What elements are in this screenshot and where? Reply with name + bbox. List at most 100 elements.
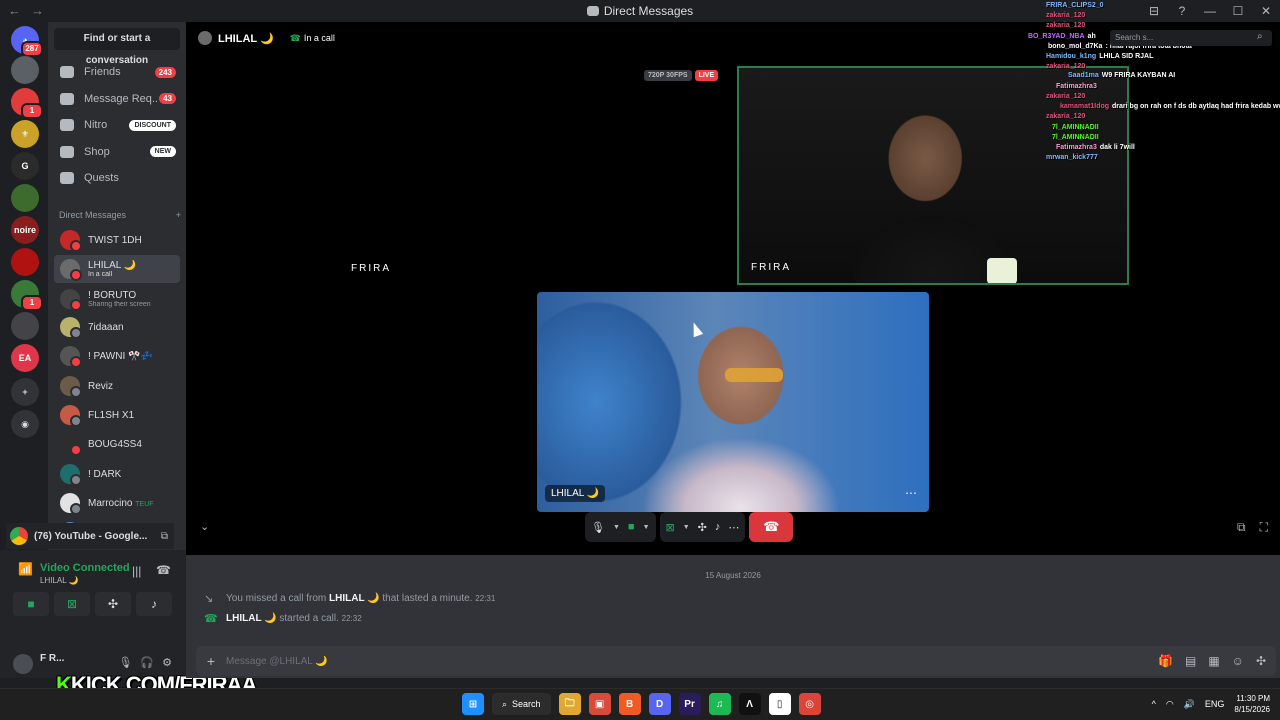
sidebar-nav-item[interactable]: Quests (54, 166, 180, 190)
dm-search-input[interactable]: Search s... (1110, 30, 1272, 46)
create-dm-icon[interactable]: + (176, 210, 181, 220)
disconnect-icon[interactable]: ☎ (156, 563, 171, 577)
wifi-icon[interactable]: ◠ (1166, 699, 1174, 710)
caller-name[interactable]: LHILAL 🌙 (226, 613, 277, 624)
dm-list-item[interactable]: Marrocino TEUF (54, 489, 180, 517)
end-call-button[interactable]: ☎ (749, 512, 794, 542)
chat-username: Fatimazhra3 (1056, 83, 1097, 90)
pop-out-icon[interactable]: ⧉ (1237, 520, 1246, 535)
dm-text: Marrocino TEUF (88, 498, 154, 509)
add-server-button[interactable]: + (11, 378, 39, 406)
activities-icon[interactable]: ✣ (698, 521, 707, 534)
user-avatar[interactable] (13, 654, 33, 674)
dm-list-item[interactable]: Reviz (54, 372, 180, 400)
discover-button[interactable]: ◉ (11, 410, 39, 438)
dm-avatar (60, 493, 82, 515)
chevron-down-icon[interactable]: ▼ (613, 524, 620, 531)
microphone-icon[interactable]: 🎙 (591, 521, 605, 534)
mention-badge: 1 (21, 295, 43, 311)
windows-start-icon[interactable]: ⊞ (462, 693, 484, 715)
server-icon[interactable] (11, 56, 39, 84)
chevron-down-icon[interactable]: ▼ (643, 524, 650, 531)
dm-list-item[interactable]: TWIST 1DH (54, 226, 180, 254)
noise-suppression-icon[interactable]: ||| (132, 564, 141, 578)
stream-quality: 720P 30FPS (644, 70, 692, 81)
gift-icon[interactable]: 🎁 (1158, 654, 1173, 668)
chevron-down-icon[interactable]: ▼ (683, 524, 690, 531)
dm-name: Marrocino TEUF (88, 497, 154, 509)
dm-list-item[interactable]: FL1SH X1 (54, 401, 180, 429)
notepad-icon[interactable]: ▯ (768, 693, 791, 715)
soundboard-button[interactable]: ♪ (136, 592, 172, 616)
more-icon[interactable]: ⋯ (728, 521, 739, 534)
sidebar-nav-item[interactable]: Nitro DISCOUNT (54, 113, 180, 137)
collapse-chevron-icon[interactable]: ⌄ (200, 520, 209, 533)
glasses-shape (725, 368, 783, 382)
caller-name[interactable]: LHILAL 🌙 (329, 593, 380, 604)
search-icon[interactable]: ⌕ (1257, 31, 1263, 42)
server-icon[interactable] (11, 248, 39, 276)
brave-icon[interactable]: B (618, 693, 641, 715)
started-call-message: ☎ LHILAL 🌙 started a call. 22:32 (204, 612, 362, 625)
clock[interactable]: 11:30 PM 8/15/2026 (1234, 693, 1270, 715)
screen-share-button[interactable]: ⊠ (54, 592, 90, 616)
server-icon[interactable]: G (11, 152, 39, 180)
discord-icon[interactable]: D (648, 693, 671, 715)
apps-icon[interactable]: ✣ (1256, 654, 1266, 668)
premiere-icon[interactable]: Pr (678, 693, 701, 715)
call-contact-name[interactable]: LHILAL 🌙 (218, 32, 274, 45)
gif-icon[interactable]: ▤ (1185, 654, 1196, 668)
dm-list-item[interactable]: ! BORUTO Sharing their screen (54, 285, 180, 313)
sidebar-nav-item[interactable]: Friends 243 (54, 60, 180, 84)
sidebar-nav-item[interactable]: Message Req... 43 (54, 87, 180, 111)
server-icon[interactable]: EA (11, 344, 39, 372)
message-input[interactable] (226, 655, 1159, 667)
sidebar-nav-item[interactable]: Shop NEW (54, 140, 180, 164)
file-explorer-icon[interactable]: 🗀 (558, 693, 581, 715)
find-conversation-button[interactable]: Find or start a conversation (54, 28, 180, 66)
sticker-icon[interactable]: ▦ (1208, 654, 1219, 668)
server-icon[interactable]: noire (11, 216, 39, 244)
server-icon[interactable]: 1 (11, 88, 43, 119)
dm-list-item[interactable]: BOUG4SS4 (54, 430, 180, 458)
message-composer: + 🎁 ▤ ▦ ☺ ✣ (196, 646, 1276, 676)
dm-list-item[interactable]: ! DARK (54, 460, 180, 488)
live-badge: LIVE (694, 70, 719, 81)
camera-button[interactable]: ■ (13, 592, 49, 616)
server-icon[interactable] (11, 312, 39, 340)
chat-username: BO_R3YAD_NBA (1028, 33, 1085, 40)
taskbar-search[interactable]: ⌕ Search (492, 693, 551, 715)
chrome-icon[interactable]: ◎ (798, 693, 821, 715)
activities-button[interactable]: ✣ (95, 592, 131, 616)
server-icon[interactable]: ⚜ (11, 120, 39, 148)
soundboard-icon[interactable]: ♪ (715, 521, 721, 533)
more-options-icon[interactable]: ⋯ (905, 486, 917, 500)
server-icon[interactable] (11, 184, 39, 212)
emoji-icon[interactable]: ☺ (1232, 654, 1244, 668)
dm-list-item[interactable]: ! PAWNI 🎌💤 (54, 342, 180, 370)
chat-username: 7l_AMINNADII (1052, 124, 1099, 131)
activity-youtube-row[interactable]: (76) YouTube - Google... ⧉ (6, 523, 174, 549)
screen-share-icon[interactable]: ⧉ (161, 531, 168, 542)
discord-home-button[interactable]: ◕ 287 (11, 26, 43, 57)
server-icon[interactable]: 1 (11, 280, 43, 311)
settings-gear-icon[interactable]: ⚙ (162, 656, 172, 669)
mic-icon[interactable]: 🎙 (118, 656, 132, 669)
app-icon[interactable]: Ʌ (738, 693, 761, 715)
snipping-tool-icon[interactable]: ▣ (588, 693, 611, 715)
dm-list-item[interactable]: 7idaaan (54, 313, 180, 341)
dm-list-item[interactable]: LHILAL 🌙 In a call (54, 255, 180, 283)
headphones-icon[interactable]: 🎧 (140, 656, 154, 669)
chevron-up-icon[interactable]: ^ (1152, 699, 1156, 709)
volume-icon[interactable]: 🔊 (1184, 699, 1195, 710)
language-indicator[interactable]: ENG (1205, 699, 1225, 709)
video-camera-icon[interactable]: ■ (628, 521, 635, 533)
dm-avatar (60, 464, 82, 486)
fullscreen-icon[interactable]: ⛶ (1260, 520, 1268, 535)
screen-share-icon[interactable]: ⊠ (666, 521, 675, 534)
status-indicator (70, 269, 82, 281)
chat-username: zakaria_120 (1046, 63, 1086, 70)
attach-plus-icon[interactable]: + (196, 653, 226, 669)
spotify-icon[interactable]: ♫ (708, 693, 731, 715)
lhilal-video-tile[interactable]: LHILAL 🌙 ⋯ (537, 292, 929, 512)
